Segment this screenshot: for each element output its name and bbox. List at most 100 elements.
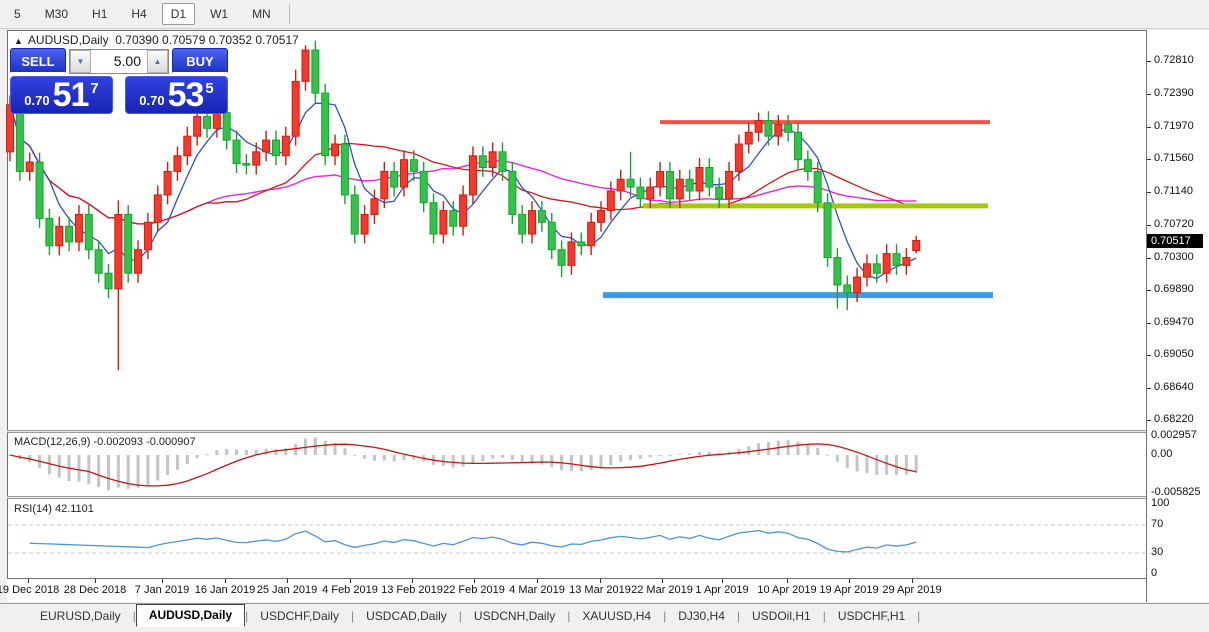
time-axis-tick bbox=[787, 579, 788, 583]
timeframe-button-m30[interactable]: M30 bbox=[36, 3, 77, 25]
time-axis-label: 1 Apr 2019 bbox=[695, 584, 748, 596]
price-axis-label: 0.71140 bbox=[1154, 185, 1193, 197]
rsi-axis-label: 0 bbox=[1151, 567, 1157, 579]
time-axis-tick bbox=[474, 579, 475, 583]
chart-tab-audusd-daily[interactable]: AUDUSD,Daily bbox=[136, 604, 245, 627]
time-axis-label: 22 Feb 2019 bbox=[443, 584, 505, 596]
price-axis-label: 0.69470 bbox=[1154, 316, 1194, 328]
rsi-axis-label: 30 bbox=[1151, 546, 1163, 558]
chart-tab-usdcnh-daily[interactable]: USDCNH,Daily bbox=[462, 606, 567, 627]
time-axis-tick bbox=[162, 579, 163, 583]
chart-tab-bar: EURUSD,Daily|AUDUSD,Daily|USDCHF,Daily|U… bbox=[0, 603, 1209, 627]
chart-tab-dj30-h4[interactable]: DJ30,H4 bbox=[666, 606, 737, 627]
collapse-icon[interactable]: ▲ bbox=[14, 36, 23, 46]
chart-tab-eurusd-daily[interactable]: EURUSD,Daily bbox=[28, 606, 133, 627]
toolbar-separator bbox=[289, 4, 290, 24]
macd-label: MACD(12,26,9) -0.002093 -0.000907 bbox=[14, 436, 196, 448]
time-axis-label: 13 Mar 2019 bbox=[569, 584, 631, 596]
timeframe-button-mn[interactable]: MN bbox=[243, 3, 280, 25]
time-axis-tick bbox=[350, 579, 351, 583]
volume-decrease-button[interactable]: ▼ bbox=[70, 50, 91, 73]
rsi-panel[interactable] bbox=[7, 499, 1146, 578]
time-axis-label: 25 Jan 2019 bbox=[257, 584, 318, 596]
one-click-trade-panel: SELL ▼ 5.00 ▲ BUY 0.70 51 7 0.70 53 5 bbox=[10, 48, 228, 114]
timeframe-button-h4[interactable]: H4 bbox=[122, 3, 155, 25]
time-axis-tick bbox=[95, 579, 96, 583]
rsi-axis-label: 70 bbox=[1151, 518, 1163, 530]
chart-title: ▲AUDUSD,Daily 0.70390 0.70579 0.70352 0.… bbox=[14, 33, 299, 47]
time-axis-tick bbox=[287, 579, 288, 583]
price-axis-tick bbox=[1147, 258, 1151, 259]
price-axis-label: 0.68640 bbox=[1154, 381, 1194, 393]
sell-price-big: 51 bbox=[53, 78, 89, 112]
macd-axis-label: 0.002957 bbox=[1151, 429, 1197, 441]
price-axis-tick bbox=[1147, 290, 1151, 291]
time-axis-tick bbox=[600, 579, 601, 583]
time-axis-tick bbox=[537, 579, 538, 583]
time-axis-label: 7 Jan 2019 bbox=[135, 584, 189, 596]
price-axis-label: 0.69050 bbox=[1154, 348, 1194, 360]
price-axis-label: 0.71560 bbox=[1154, 152, 1194, 164]
buy-button[interactable]: BUY bbox=[172, 48, 228, 74]
time-axis-label: 22 Mar 2019 bbox=[631, 584, 693, 596]
price-axis-label: 0.70720 bbox=[1154, 218, 1194, 230]
chart-symbol-label: AUDUSD,Daily bbox=[28, 33, 109, 47]
price-axis-label: 0.72390 bbox=[1154, 87, 1194, 99]
timeframe-button-h1[interactable]: H1 bbox=[83, 3, 116, 25]
buy-price-tile[interactable]: 0.70 53 5 bbox=[125, 76, 228, 114]
time-axis-label: 10 Apr 2019 bbox=[757, 584, 816, 596]
time-axis-tick bbox=[662, 579, 663, 583]
price-axis-label: 0.68220 bbox=[1154, 413, 1194, 425]
volume-increase-button[interactable]: ▲ bbox=[147, 50, 168, 73]
rsi-label: RSI(14) 42.1101 bbox=[14, 503, 94, 515]
buy-price-prefix: 0.70 bbox=[139, 93, 164, 108]
time-axis-tick bbox=[28, 579, 29, 583]
sell-price-tile[interactable]: 0.70 51 7 bbox=[10, 76, 113, 114]
price-axis-tick bbox=[1147, 94, 1151, 95]
price-axis-label: 0.72810 bbox=[1154, 54, 1194, 66]
price-axis-tick bbox=[1147, 388, 1151, 389]
chart-tab-xauusd-h4[interactable]: XAUUSD,H4 bbox=[570, 606, 663, 627]
price-axis-tick bbox=[1147, 420, 1151, 421]
chart-tab-usdchf-daily[interactable]: USDCHF,Daily bbox=[248, 606, 351, 627]
timeframe-button-d1[interactable]: D1 bbox=[162, 3, 195, 25]
time-axis-label: 19 Apr 2019 bbox=[819, 584, 878, 596]
sell-price-pipette: 7 bbox=[90, 80, 98, 97]
timeframe-button-w1[interactable]: W1 bbox=[201, 3, 237, 25]
time-axis-label: 4 Mar 2019 bbox=[509, 584, 565, 596]
time-axis-tick bbox=[722, 579, 723, 583]
volume-box: ▼ 5.00 ▲ bbox=[69, 49, 169, 74]
chart-tab-usdoil-h1[interactable]: USDOil,H1 bbox=[740, 606, 823, 627]
price-axis-tick bbox=[1147, 127, 1151, 128]
price-axis-tick bbox=[1147, 355, 1151, 356]
timeframe-button-5[interactable]: 5 bbox=[5, 3, 30, 25]
price-axis-label: 0.70300 bbox=[1154, 251, 1194, 263]
time-axis-label: 4 Feb 2019 bbox=[322, 584, 378, 596]
price-axis-tick bbox=[1147, 159, 1151, 160]
chart-tab-usdchf-h1[interactable]: USDCHF,H1 bbox=[826, 606, 917, 627]
price-axis-label: 0.69890 bbox=[1154, 283, 1194, 295]
macd-axis-label: 0.00 bbox=[1151, 448, 1172, 460]
volume-input[interactable]: 5.00 bbox=[91, 50, 147, 73]
price-axis-tick bbox=[1147, 61, 1151, 62]
buy-price-big: 53 bbox=[168, 78, 204, 112]
tab-divider: | bbox=[917, 609, 920, 627]
price-axis-label: 0.71970 bbox=[1154, 120, 1194, 132]
price-axis-tick bbox=[1147, 225, 1151, 226]
price-axis-tick bbox=[1147, 192, 1151, 193]
rsi-axis-label: 100 bbox=[1151, 497, 1169, 509]
time-axis-label: 28 Dec 2018 bbox=[64, 584, 126, 596]
time-axis-label: 16 Jan 2019 bbox=[195, 584, 256, 596]
chart-tab-usdcad-daily[interactable]: USDCAD,Daily bbox=[354, 606, 459, 627]
time-axis-tick bbox=[412, 579, 413, 583]
time-axis-tick bbox=[225, 579, 226, 583]
time-axis-label: 13 Feb 2019 bbox=[381, 584, 443, 596]
time-axis-tick bbox=[912, 579, 913, 583]
current-price-badge: 0.70517 bbox=[1147, 234, 1203, 248]
price-axis-tick bbox=[1147, 323, 1151, 324]
sell-button[interactable]: SELL bbox=[10, 48, 66, 74]
buy-price-pipette: 5 bbox=[205, 80, 213, 97]
sell-price-prefix: 0.70 bbox=[24, 93, 49, 108]
time-axis-label: 19 Dec 2018 bbox=[0, 584, 59, 596]
time-axis-tick bbox=[849, 579, 850, 583]
